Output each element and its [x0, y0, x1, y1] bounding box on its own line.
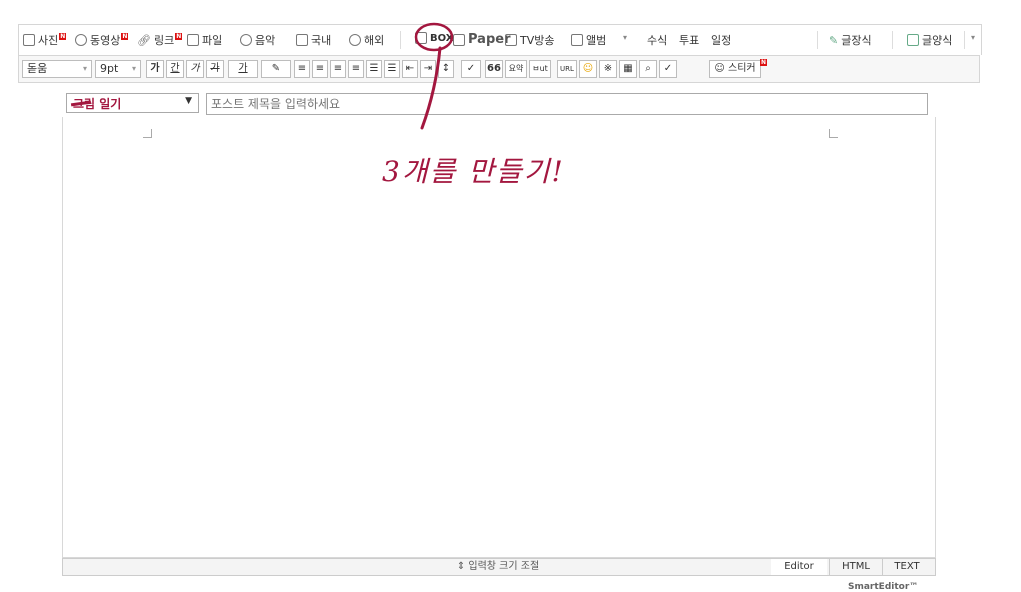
box-circle-mark	[414, 22, 454, 52]
tab-editor[interactable]: Editor	[771, 559, 827, 575]
resize-handle[interactable]: ⇕ 입력창 크기 조절	[443, 559, 553, 575]
annotation-text: 3개를 만들기!	[382, 155, 565, 188]
tab-html[interactable]: HTML	[829, 559, 883, 575]
editor-bottom-bar: ⇕ 입력창 크기 조절 Editor HTML TEXT	[62, 558, 936, 576]
tab-text[interactable]: TEXT	[881, 559, 933, 575]
handwritten-annotation	[414, 22, 454, 130]
arrow-stroke	[420, 46, 442, 130]
